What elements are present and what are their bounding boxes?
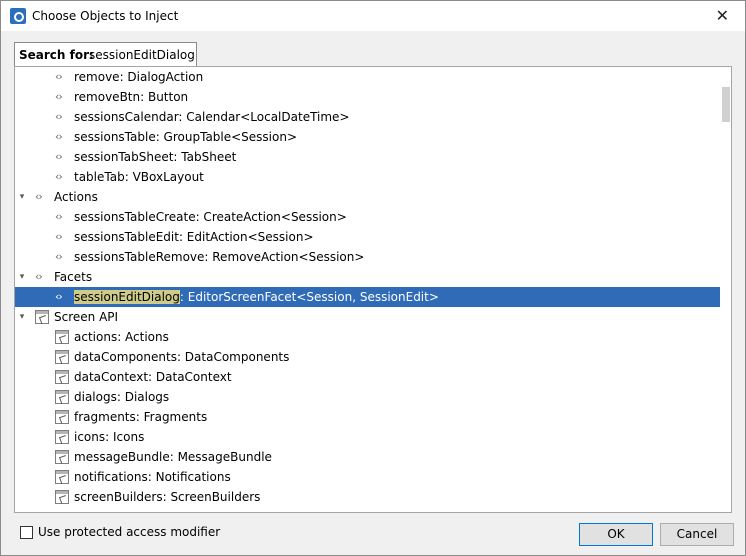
tree-row-label: messageBundle: MessageBundle [74, 450, 272, 464]
search-label: Search for: [19, 48, 94, 62]
field-icon: ‹› [55, 210, 63, 223]
tree-row[interactable]: messageBundle: MessageBundle [15, 447, 721, 467]
field-icon: ‹› [55, 290, 63, 303]
title-bar: Choose Objects to Inject ✕ [0, 0, 746, 31]
tree-row-label: Actions [54, 190, 98, 204]
tree-row[interactable]: ‹› sessionEditDialog: EditorScreenFacet<S… [15, 287, 721, 307]
field-icon: ‹› [55, 230, 63, 243]
screen-api-icon [55, 430, 69, 444]
tree-row[interactable]: fragments: Fragments [15, 407, 721, 427]
speed-search-popup[interactable]: Search for: sessionEditDialog [14, 42, 197, 66]
tree-row-label: tableTab: VBoxLayout [74, 170, 204, 184]
cancel-button[interactable]: Cancel [660, 523, 734, 546]
field-icon: ‹› [55, 170, 63, 183]
tree-row-type: : EditorScreenFacet<Session, SessionEdit… [179, 290, 439, 304]
tree-row-label: screenBuilders: ScreenBuilders [74, 490, 261, 504]
tree-row-label: actions: Actions [74, 330, 169, 344]
tree-row[interactable]: ‹› tableTab: VBoxLayout [15, 167, 721, 187]
tree-row[interactable]: dataContext: DataContext [15, 367, 721, 387]
objects-tree[interactable]: screenBuilders: ScreenBuilders notificati… [14, 66, 732, 513]
tree-row[interactable]: ‹› sessionsTableEdit: EditAction<Session> [15, 227, 721, 247]
field-icon: ‹› [55, 250, 63, 263]
search-match-highlight: sessionEditDialog [74, 290, 180, 304]
tree-row[interactable]: ‹› sessionsCalendar: Calendar<LocalDateTi… [15, 107, 721, 127]
screen-api-icon [55, 370, 69, 384]
screen-api-icon [35, 310, 49, 324]
protected-modifier-label[interactable]: Use protected access modifier [38, 525, 220, 539]
tree-row-label: dialogs: Dialogs [74, 390, 170, 404]
chevron-down-icon[interactable]: ▾ [17, 312, 27, 322]
field-icon: ‹› [35, 190, 43, 203]
tree-row[interactable]: icons: Icons [15, 427, 721, 447]
tree-row[interactable]: ‹› sessionsTable: GroupTable<Session> [15, 127, 721, 147]
tree-row-label: notifications: Notifications [74, 470, 231, 484]
ok-button[interactable]: OK [579, 523, 653, 546]
tree-group-6[interactable]: ▾ ‹› Actions [15, 187, 721, 207]
screen-api-icon [55, 450, 69, 464]
tree-row-label: sessionsTableEdit: EditAction<Session> [74, 230, 314, 244]
field-icon: ‹› [35, 270, 43, 283]
tree-row-label: sessionTabSheet: TabSheet [74, 150, 237, 164]
scrollbar[interactable] [720, 67, 731, 512]
screen-api-icon [55, 330, 69, 344]
field-icon: ‹› [55, 150, 63, 163]
tree-row[interactable]: dataComponents: DataComponents [15, 347, 721, 367]
tree-row-label: sessionEditDialog: EditorScreenFacet<Ses… [74, 290, 439, 304]
tree-row[interactable]: screenBuilders: ScreenBuilders [15, 487, 721, 507]
tree-row[interactable]: notifications: Notifications [15, 467, 721, 487]
app-icon [10, 8, 26, 24]
tree-row-label: sessionsTableCreate: CreateAction<Sessio… [74, 210, 347, 224]
tree-row-label: sessionsCalendar: Calendar<LocalDateTime… [74, 110, 350, 124]
tree-row-label: remove: DialogAction [74, 70, 204, 84]
tree-row-label: sessionsTableRemove: RemoveAction<Sessio… [74, 250, 365, 264]
tree-row[interactable]: ‹› sessionsTableRemove: RemoveAction<Sess… [15, 247, 721, 267]
tree-row-label: dataContext: DataContext [74, 370, 232, 384]
tree-row[interactable]: actions: Actions [15, 327, 721, 347]
tree-row[interactable]: ‹› sessionsTableCreate: CreateAction<Sess… [15, 207, 721, 227]
protected-modifier-checkbox[interactable] [20, 526, 33, 539]
screen-api-icon [55, 350, 69, 364]
tree-group-12[interactable]: ▾ Screen API [15, 307, 721, 327]
field-icon: ‹› [55, 110, 63, 123]
tree-row-label: sessionsTable: GroupTable<Session> [74, 130, 298, 144]
tree-row[interactable]: ‹› removeBtn: Button [15, 87, 721, 107]
tree-row[interactable]: ‹› sessionTabSheet: TabSheet [15, 147, 721, 167]
screen-api-icon [55, 490, 69, 504]
tree-row[interactable]: ‹› remove: DialogAction [15, 67, 721, 87]
field-icon: ‹› [55, 70, 63, 83]
tree-row-label: removeBtn: Button [74, 90, 189, 104]
scrollbar-thumb[interactable] [722, 87, 730, 122]
tree-row-label: Screen API [54, 310, 119, 324]
window-title: Choose Objects to Inject [32, 9, 179, 23]
tree-row-label: Facets [54, 270, 93, 284]
tree-row-label: fragments: Fragments [74, 410, 208, 424]
chevron-down-icon[interactable]: ▾ [17, 272, 27, 282]
close-icon[interactable]: ✕ [716, 6, 729, 25]
tree-group-10[interactable]: ▾ ‹› Facets [15, 267, 721, 287]
screen-api-icon [55, 410, 69, 424]
tree-row-label: icons: Icons [74, 430, 145, 444]
field-icon: ‹› [55, 130, 63, 143]
tree-row[interactable]: dialogs: Dialogs [15, 387, 721, 407]
chevron-down-icon[interactable]: ▾ [17, 192, 27, 202]
screen-api-icon [55, 390, 69, 404]
screen-api-icon [55, 470, 69, 484]
tree-row-label: dataComponents: DataComponents [74, 350, 290, 364]
field-icon: ‹› [55, 90, 63, 103]
search-input[interactable]: sessionEditDialog [89, 48, 195, 62]
